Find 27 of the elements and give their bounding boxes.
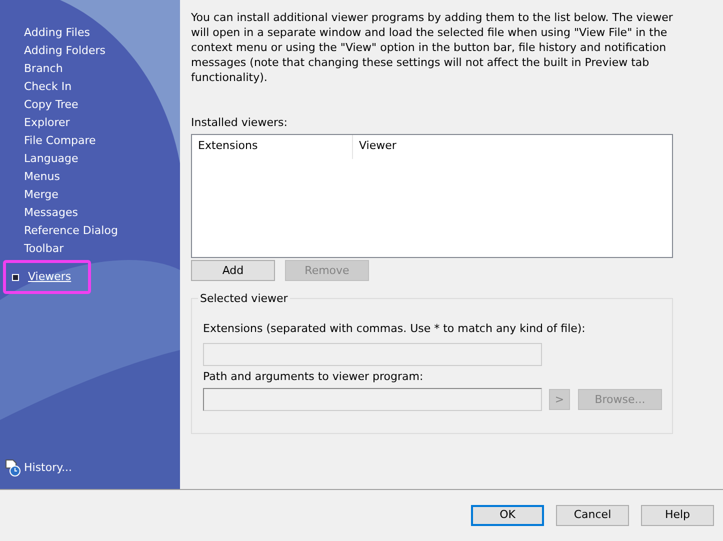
sidebar-item[interactable]: Viewers bbox=[3, 260, 91, 294]
sidebar-item[interactable]: Menus bbox=[3, 168, 180, 186]
sidebar-item[interactable]: Messages bbox=[3, 204, 180, 222]
sidebar-item[interactable]: Adding Folders bbox=[3, 42, 180, 60]
history-icon bbox=[4, 459, 21, 477]
sidebar-item[interactable]: Check In bbox=[3, 78, 180, 96]
description-text: You can install additional viewer programs by adding them to the list below. The viewer will open in a separate window and load the selected file when using "View File" in the context menu or using the "View" option in the button bar, file history and notification messages (note that changing these settings will not affect the built in Preview tab functionality). bbox=[191, 10, 673, 85]
help-button[interactable]: Help bbox=[641, 505, 714, 526]
add-button[interactable]: Add bbox=[191, 260, 275, 282]
sidebar-item[interactable]: Copy Tree bbox=[3, 96, 180, 114]
column-header[interactable]: Viewer bbox=[353, 134, 672, 158]
installed-viewers-label: Installed viewers: bbox=[191, 115, 288, 131]
viewers-list[interactable]: Extensions Viewer bbox=[191, 134, 673, 258]
cancel-button[interactable]: Cancel bbox=[556, 505, 629, 526]
sidebar-item[interactable]: Explorer bbox=[3, 114, 180, 132]
sidebar-item[interactable]: Adding Files bbox=[3, 24, 180, 42]
ok-button[interactable]: OK bbox=[471, 505, 544, 526]
sidebar-item[interactable]: Branch bbox=[3, 60, 180, 78]
extensions-label: Extensions (separated with commas. Use * to match any kind of file): bbox=[203, 321, 586, 338]
sidebar-item[interactable]: Toolbar bbox=[3, 240, 180, 258]
sidebar-item[interactable]: Reference Dialog bbox=[3, 222, 180, 240]
path-label: Path and arguments to viewer program: bbox=[203, 368, 424, 385]
sidebar-item[interactable]: File Compare bbox=[3, 132, 180, 150]
sidebar-item[interactable]: Language bbox=[3, 150, 180, 168]
history-link[interactable]: History... bbox=[24, 460, 72, 476]
sidebar-item[interactable]: Merge bbox=[3, 186, 180, 204]
column-header[interactable]: Extensions bbox=[192, 134, 353, 158]
